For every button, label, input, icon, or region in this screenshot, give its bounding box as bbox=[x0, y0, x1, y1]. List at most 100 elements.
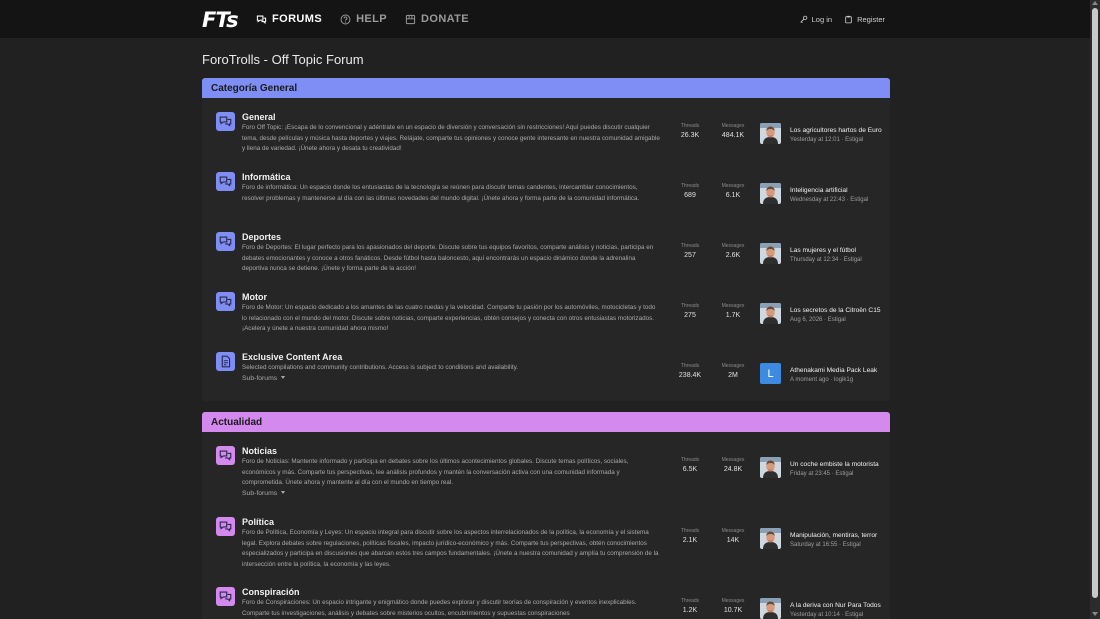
threads-stat: Threads 238.4K bbox=[670, 362, 710, 381]
messages-label: Messages bbox=[721, 303, 745, 309]
forum-title[interactable]: General bbox=[242, 112, 660, 123]
category-header[interactable]: Actualidad bbox=[202, 412, 890, 432]
category-block: Categoría General General Foro Off Topic: … bbox=[202, 78, 890, 401]
forum-icon[interactable] bbox=[216, 292, 235, 311]
avatar[interactable] bbox=[760, 183, 781, 204]
forum-description: Foro de Política, Economía y Leyes: Un e… bbox=[242, 529, 659, 568]
scroll-down-arrow-icon[interactable] bbox=[1092, 612, 1098, 616]
last-post-meta: Thursday at 12:34 · Estigal bbox=[790, 257, 862, 263]
forum-row: Política Foro de Política, Economía y Ley… bbox=[202, 517, 890, 577]
forum-title[interactable]: Política bbox=[242, 517, 660, 528]
forum-icon[interactable] bbox=[216, 446, 235, 465]
last-post-title[interactable]: A la deriva con Nur Para Todos bbox=[790, 601, 882, 611]
last-post: Inteligencia artificial Wednesday at 22:4… bbox=[790, 186, 882, 205]
avatar[interactable] bbox=[760, 123, 781, 144]
auth-links: Log in Register bbox=[799, 0, 885, 38]
page-scrollbar[interactable] bbox=[1090, 0, 1100, 619]
user-avatar-icon bbox=[760, 183, 781, 204]
last-post-title[interactable]: Los secretos de la Citroën C15 bbox=[790, 306, 882, 316]
last-post-meta: Saturday at 16:55 · Estigal bbox=[790, 542, 861, 548]
site-logo[interactable]: FTs bbox=[202, 8, 239, 32]
threads-label: Threads bbox=[680, 598, 700, 604]
avatar[interactable] bbox=[760, 598, 781, 619]
forum-main: Informática Foro de informática: Un espac… bbox=[242, 172, 660, 204]
register-label: Register bbox=[857, 14, 885, 24]
avatar[interactable]: L bbox=[760, 363, 781, 384]
forum-bubbles-icon bbox=[219, 176, 232, 187]
subforums-toggle[interactable]: Sub-forums bbox=[242, 375, 660, 382]
messages-count: 1.7K bbox=[725, 312, 741, 319]
scroll-up-arrow-icon[interactable] bbox=[1092, 1, 1098, 5]
user-avatar-icon bbox=[760, 303, 781, 324]
forum-icon[interactable] bbox=[216, 587, 235, 606]
forum-icon[interactable] bbox=[216, 517, 235, 536]
avatar[interactable] bbox=[760, 243, 781, 264]
threads-count: 2.1K bbox=[682, 537, 698, 544]
top-navigation-bar: FTs FORUMS HELP DONATE Log in Register bbox=[0, 0, 1090, 38]
threads-stat: Threads 26.3K bbox=[670, 122, 710, 141]
avatar[interactable] bbox=[760, 457, 781, 478]
last-post-meta: Wednesday at 22:43 · Estigal bbox=[790, 197, 869, 203]
messages-stat: Messages 484.1K bbox=[713, 122, 753, 141]
avatar[interactable] bbox=[760, 528, 781, 549]
forum-title[interactable]: Deportes bbox=[242, 232, 660, 243]
last-post-title[interactable]: Manipulación, mentiras, terror bbox=[790, 531, 882, 541]
main-nav: FORUMS HELP DONATE bbox=[256, 0, 469, 38]
subforums-label: Sub-forums bbox=[242, 489, 278, 497]
forum-description: Foro de informática: Un espacio donde lo… bbox=[242, 184, 640, 202]
forum-title[interactable]: Motor bbox=[242, 292, 660, 303]
user-avatar-icon bbox=[760, 243, 781, 264]
forum-title[interactable]: Noticias bbox=[242, 446, 660, 457]
nav-help[interactable]: HELP bbox=[340, 13, 387, 25]
messages-label: Messages bbox=[721, 598, 745, 604]
threads-label: Threads bbox=[680, 183, 700, 189]
forum-icon[interactable] bbox=[216, 352, 235, 371]
nav-donate[interactable]: DONATE bbox=[405, 13, 469, 25]
avatar[interactable] bbox=[760, 303, 781, 324]
forum-title[interactable]: Conspiración bbox=[242, 587, 660, 598]
messages-stat: Messages 2.6K bbox=[713, 242, 753, 261]
messages-count: 6.1K bbox=[725, 192, 741, 199]
scroll-thumb[interactable] bbox=[1092, 8, 1098, 598]
messages-label: Messages bbox=[721, 183, 745, 189]
messages-label: Messages bbox=[721, 457, 745, 463]
last-post: Athenakami Media Pack Leak A moment ago ·… bbox=[790, 366, 882, 385]
category-header[interactable]: Categoría General bbox=[202, 78, 890, 98]
threads-count: 275 bbox=[684, 312, 696, 319]
last-post: Los secretos de la Citroën C15 Aug 6, 202… bbox=[790, 306, 882, 325]
last-post-title[interactable]: Un coche embiste la motorista bbox=[790, 460, 882, 470]
forum-main: General Foro Off Topic: ¡Escapa de lo con… bbox=[242, 112, 660, 155]
last-post-meta: Yesterday at 10:14 · Estigal bbox=[790, 612, 864, 618]
forum-main: Deportes Foro de Deportes: El lugar perfe… bbox=[242, 232, 660, 275]
last-post: Un coche embiste la motorista Friday at 2… bbox=[790, 460, 882, 479]
messages-stat: Messages 6.1K bbox=[713, 182, 753, 201]
subforums-toggle[interactable]: Sub-forums bbox=[242, 490, 660, 497]
last-post: Los agricultores hartos de Europa Yesterd… bbox=[790, 126, 882, 145]
forum-icon[interactable] bbox=[216, 112, 235, 131]
forum-title[interactable]: Informática bbox=[242, 172, 660, 183]
forum-title[interactable]: Exclusive Content Area bbox=[242, 352, 660, 363]
forum-row: Conspiración Foro de Conspiraciones: Un e… bbox=[202, 587, 890, 619]
key-icon bbox=[800, 15, 807, 23]
threads-count: 689 bbox=[684, 192, 696, 199]
messages-count: 2M bbox=[728, 372, 738, 379]
last-post-title[interactable]: Los agricultores hartos de Europa bbox=[790, 126, 882, 136]
forum-row: Exclusive Content Area Selected compilati… bbox=[202, 352, 890, 401]
forum-main: Motor Foro de Motor: Un espacio dedicado … bbox=[242, 292, 660, 335]
messages-label: Messages bbox=[721, 243, 745, 249]
last-post-title[interactable]: Inteligencia artificial bbox=[790, 186, 882, 196]
forum-icon[interactable] bbox=[216, 172, 235, 191]
threads-stat: Threads 6.5K bbox=[670, 456, 710, 475]
last-post-title[interactable]: Las mujeres y el fútbol bbox=[790, 246, 882, 256]
nav-help-label: HELP bbox=[356, 13, 388, 25]
login-link[interactable]: Log in bbox=[799, 15, 832, 24]
register-link[interactable]: Register bbox=[844, 15, 885, 24]
threads-count: 1.2K bbox=[682, 607, 698, 614]
messages-label: Messages bbox=[721, 123, 745, 129]
last-post: A la deriva con Nur Para Todos Yesterday … bbox=[790, 601, 882, 619]
threads-label: Threads bbox=[680, 363, 700, 369]
nav-forums[interactable]: FORUMS bbox=[256, 13, 322, 25]
last-post-title[interactable]: Athenakami Media Pack Leak bbox=[790, 366, 882, 376]
forum-icon[interactable] bbox=[216, 232, 235, 251]
threads-count: 238.4K bbox=[678, 372, 702, 379]
